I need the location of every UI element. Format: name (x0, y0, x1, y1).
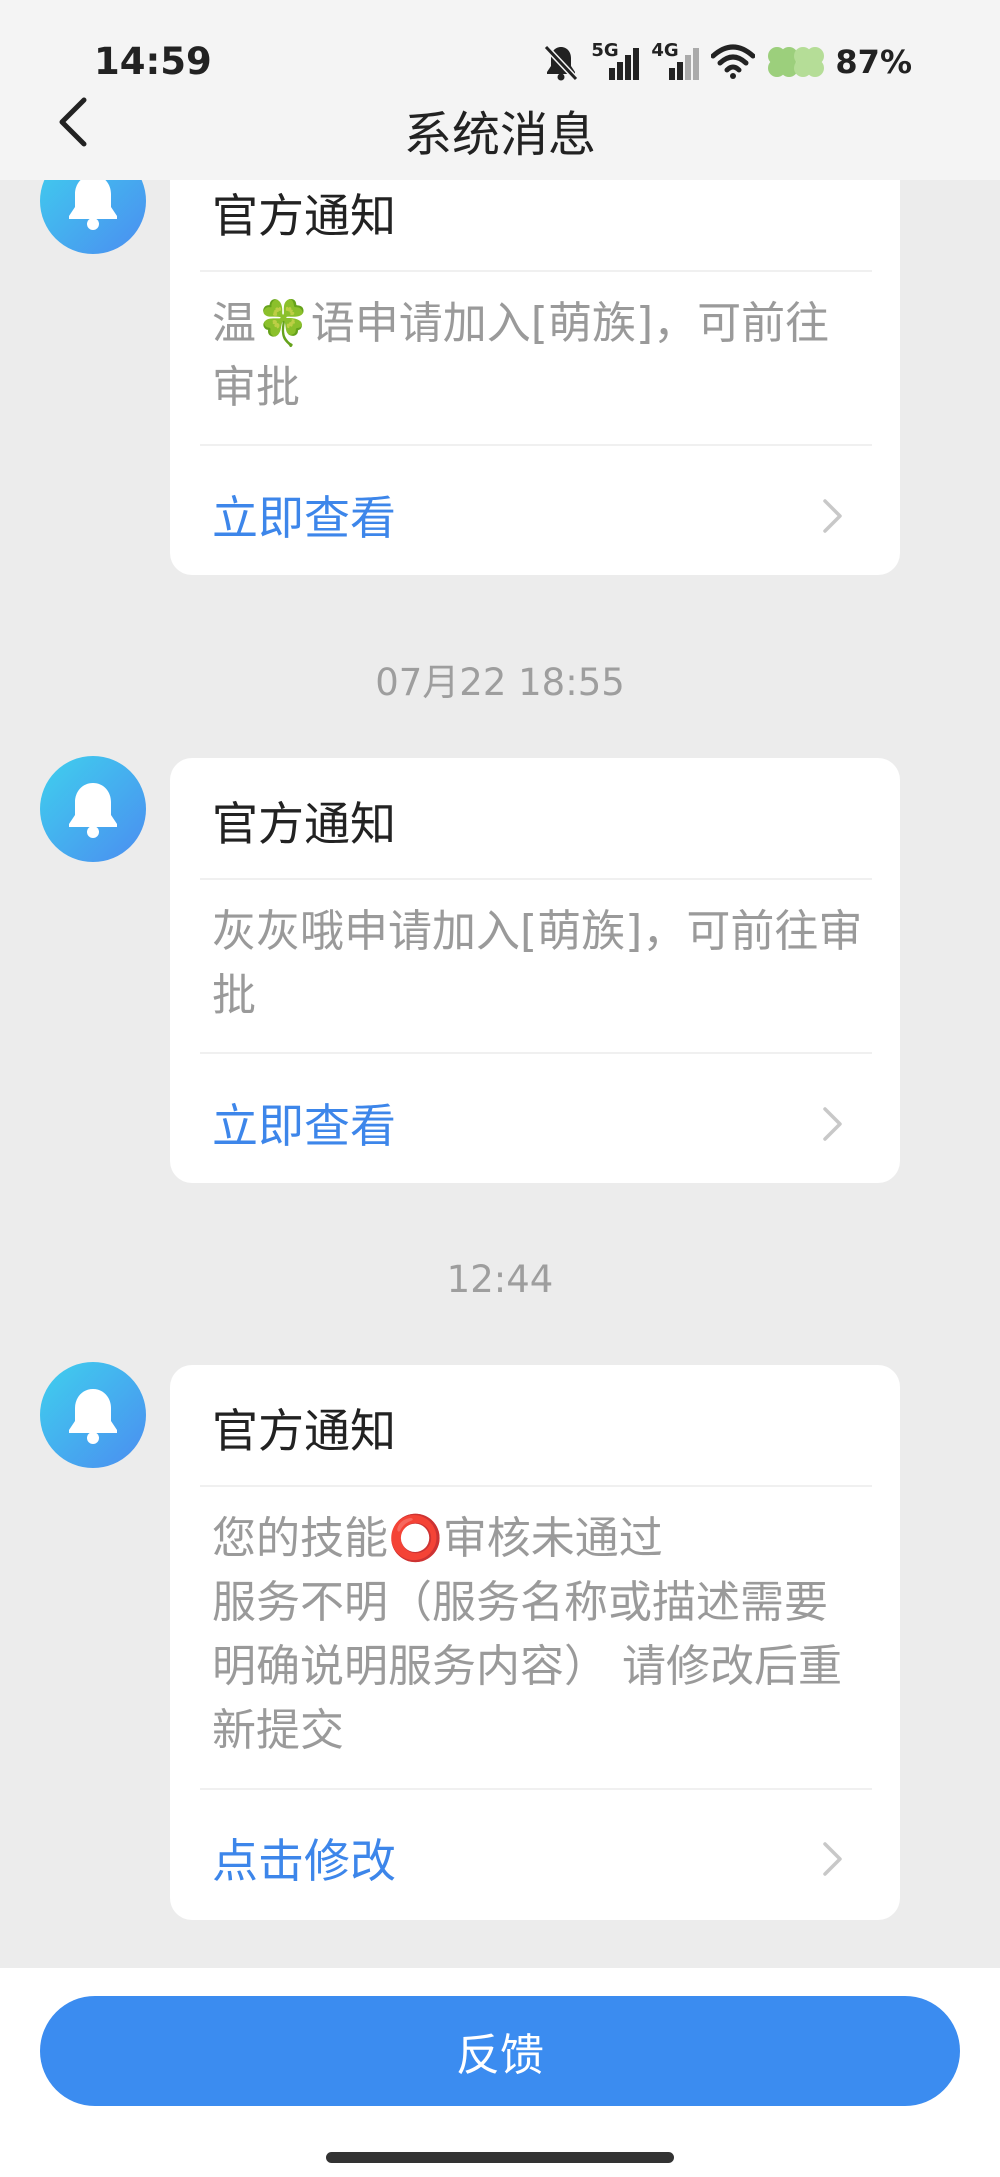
bell-muted-icon (544, 44, 579, 82)
signal-5g-icon: 5G (591, 40, 641, 84)
card-body: 温🍀语申请加入[萌族]，可前往审批 (212, 298, 830, 413)
signal-4g-icon: 4G (651, 40, 701, 84)
divider (200, 878, 872, 880)
clover-icon (768, 47, 825, 77)
view-now-link[interactable]: 立即查看 (212, 482, 396, 548)
chevron-right-icon[interactable] (820, 1839, 846, 1879)
message-timestamp: 12:44 (446, 1258, 554, 1301)
card-body: 您的技能⭕审核未通过 服务不明（服务名称或描述需要明确说明服务内容） 请修改后重… (212, 1507, 864, 1763)
bottom-bar: 反馈 (0, 1968, 1000, 2177)
chevron-right-icon[interactable] (820, 496, 846, 536)
home-indicator[interactable] (326, 2152, 674, 2163)
battery-percentage: 87% (835, 43, 912, 81)
card-body: 灰灰哦申请加入[萌族]，可前往审批 (212, 906, 863, 1021)
notification-avatar (40, 756, 146, 862)
divider (200, 270, 872, 272)
card-title: 官方通知 (212, 797, 396, 851)
message-card: 官方通知 温🍀语申请加入[萌族]，可前往审批 立即查看 (170, 150, 900, 575)
message-timestamp: 07月22 18:55 (375, 661, 625, 704)
top-bar: 14:59 5G 4G 87% 系统消息 (0, 0, 1000, 180)
notification-avatar (40, 1362, 146, 1468)
message-feed[interactable]: 官方通知 温🍀语申请加入[萌族]，可前往审批 立即查看 07月22 18:55 … (0, 0, 1000, 2177)
rejection-notice: 您的技能⭕审核未通过 (212, 1513, 663, 1564)
view-now-link[interactable]: 立即查看 (212, 1090, 396, 1156)
status-time: 14:59 (94, 40, 212, 83)
wifi-icon (711, 44, 756, 79)
chevron-right-icon[interactable] (820, 1104, 846, 1144)
bell-icon (69, 1389, 117, 1444)
rejection-reason: 服务不明（服务名称或描述需要明确说明服务内容） 请修改后重新提交 (212, 1577, 842, 1756)
feedback-button[interactable]: 反馈 (40, 1996, 960, 2106)
bell-icon (69, 175, 117, 230)
divider (200, 444, 872, 446)
bell-icon (69, 783, 117, 838)
message-card: 官方通知 灰灰哦申请加入[萌族]，可前往审批 立即查看 (170, 758, 900, 1183)
message-card: 官方通知 您的技能⭕审核未通过 服务不明（服务名称或描述需要明确说明服务内容） … (170, 1365, 900, 1920)
page-title: 系统消息 (403, 107, 596, 163)
divider (200, 1485, 872, 1487)
edit-link[interactable]: 点击修改 (212, 1825, 396, 1891)
divider (200, 1788, 872, 1790)
card-title: 官方通知 (212, 1404, 396, 1458)
divider (200, 1052, 872, 1054)
status-icons: 5G 4G 87% (541, 40, 912, 84)
card-title: 官方通知 (212, 189, 396, 243)
